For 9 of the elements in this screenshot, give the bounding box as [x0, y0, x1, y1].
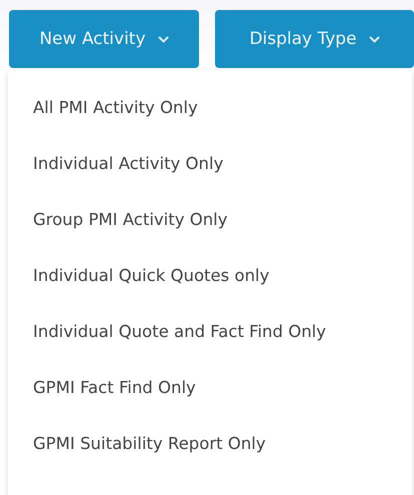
- menu-item[interactable]: Individual Activity Only: [8, 154, 412, 210]
- menu-item[interactable]: Individual Quote and Fact Find Only: [8, 322, 412, 378]
- chevron-icon: [158, 36, 169, 42]
- menu-item[interactable]: Individual Quick Quotes only: [8, 266, 412, 322]
- menu-item[interactable]: GPMI Fact Find Only: [8, 378, 412, 434]
- menu-item[interactable]: All PMI Activity Only: [8, 98, 412, 154]
- menu-item[interactable]: GPMI Suitability Report Only: [8, 434, 412, 490]
- menu-item[interactable]: Group PMI Activity Only: [8, 210, 412, 266]
- chevron-icon: [368, 36, 380, 42]
